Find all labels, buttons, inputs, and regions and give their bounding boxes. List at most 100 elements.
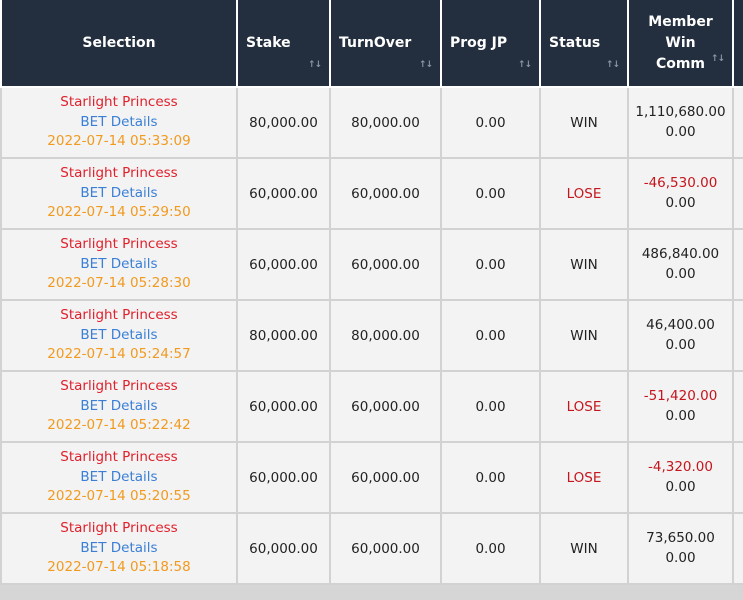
member-win-value: 46,400.00 [646, 317, 715, 333]
member-comm-value: 0.00 [665, 336, 696, 353]
member-win-comm-cell: 1,110,680.00 0.00 [627, 86, 734, 159]
header-stake[interactable]: Stake ↑↓ [236, 0, 331, 88]
bet-datetime: 2022-07-14 05:29:50 [47, 204, 191, 221]
member-win-value: -46,530.00 [643, 175, 718, 191]
stake-cell: 80,000.00 [236, 86, 331, 159]
bet-details-link[interactable]: BET Details [2, 255, 236, 275]
header-member-win-comm[interactable]: Member Win Comm ↑↓ [627, 0, 734, 88]
header-member-label: Member [648, 13, 713, 30]
member-win-value: -4,320.00 [648, 459, 713, 475]
sort-arrows-icon[interactable]: ↑↓ [518, 60, 532, 70]
member-win-value: 486,840.00 [641, 246, 720, 262]
game-name: Starlight Princess [60, 520, 178, 537]
selection-cell: Starlight Princess BET Details 2022-07-1… [0, 512, 238, 585]
header-prog-jp[interactable]: Prog JP ↑↓ [440, 0, 541, 88]
header-turnover-label: TurnOver [339, 35, 412, 51]
header-prog-jp-label: Prog JP [450, 35, 508, 51]
status-cell: LOSE [539, 441, 629, 514]
bet-history-table: Selection Stake ↑↓ TurnOver ↑↓ Prog JP ↑… [0, 0, 743, 585]
extra-cell [732, 441, 743, 514]
stake-cell: 80,000.00 [236, 299, 331, 372]
prog-jp-cell: 0.00 [440, 370, 541, 443]
table-body: Starlight Princess BET Details 2022-07-1… [0, 86, 743, 585]
member-win-comm-cell: 486,840.00 0.00 [627, 228, 734, 301]
member-win-comm-cell: -51,420.00 0.00 [627, 370, 734, 443]
status-cell: LOSE [539, 157, 629, 230]
status-cell: WIN [539, 512, 629, 585]
game-name: Starlight Princess [60, 307, 178, 324]
turnover-cell: 60,000.00 [329, 512, 442, 585]
status-cell: WIN [539, 299, 629, 372]
turnover-cell: 60,000.00 [329, 370, 442, 443]
turnover-cell: 60,000.00 [329, 228, 442, 301]
extra-cell [732, 512, 743, 585]
extra-cell [732, 299, 743, 372]
table-row: Starlight Princess BET Details 2022-07-1… [0, 299, 743, 372]
status-cell: WIN [539, 86, 629, 159]
bet-details-link[interactable]: BET Details [2, 113, 236, 133]
member-comm-value: 0.00 [665, 194, 696, 211]
game-name: Starlight Princess [60, 236, 178, 253]
bet-datetime: 2022-07-14 05:24:57 [47, 346, 191, 363]
bet-details-link[interactable]: BET Details [2, 184, 236, 204]
sort-arrows-icon[interactable]: ↑↓ [308, 60, 322, 70]
status-cell: WIN [539, 228, 629, 301]
turnover-cell: 80,000.00 [329, 299, 442, 372]
stake-cell: 60,000.00 [236, 370, 331, 443]
member-win-value: -51,420.00 [643, 388, 718, 404]
header-status-label: Status [549, 35, 601, 51]
bet-details-link[interactable]: BET Details [2, 326, 236, 346]
selection-cell: Starlight Princess BET Details 2022-07-1… [0, 157, 238, 230]
table-row: Starlight Princess BET Details 2022-07-1… [0, 86, 743, 159]
stake-cell: 60,000.00 [236, 441, 331, 514]
table-header-row: Selection Stake ↑↓ TurnOver ↑↓ Prog JP ↑… [0, 0, 743, 88]
stake-cell: 60,000.00 [236, 157, 331, 230]
turnover-cell: 60,000.00 [329, 441, 442, 514]
header-selection[interactable]: Selection [0, 0, 238, 88]
member-win-comm-cell: 46,400.00 0.00 [627, 299, 734, 372]
header-stake-label: Stake [246, 35, 291, 51]
turnover-cell: 60,000.00 [329, 157, 442, 230]
prog-jp-cell: 0.00 [440, 441, 541, 514]
table-row: Starlight Princess BET Details 2022-07-1… [0, 370, 743, 443]
table-row: Starlight Princess BET Details 2022-07-1… [0, 157, 743, 230]
sort-arrows-icon[interactable]: ↑↓ [606, 60, 620, 70]
bet-details-link[interactable]: BET Details [2, 468, 236, 488]
member-comm-value: 0.00 [665, 265, 696, 282]
turnover-cell: 80,000.00 [329, 86, 442, 159]
member-win-comm-cell: 73,650.00 0.00 [627, 512, 734, 585]
bet-details-link[interactable]: BET Details [2, 539, 236, 559]
member-win-comm-cell: -46,530.00 0.00 [627, 157, 734, 230]
sort-arrows-icon[interactable]: ↑↓ [419, 60, 433, 70]
bet-details-link[interactable]: BET Details [2, 397, 236, 417]
game-name: Starlight Princess [60, 94, 178, 111]
extra-cell [732, 228, 743, 301]
bet-datetime: 2022-07-14 05:28:30 [47, 275, 191, 292]
table-row: Starlight Princess BET Details 2022-07-1… [0, 441, 743, 514]
member-comm-value: 0.00 [665, 478, 696, 495]
member-win-value: 73,650.00 [646, 530, 715, 546]
extra-cell [732, 370, 743, 443]
member-win-value: 1,110,680.00 [635, 104, 726, 120]
status-cell: LOSE [539, 370, 629, 443]
table-row: Starlight Princess BET Details 2022-07-1… [0, 512, 743, 585]
member-comm-value: 0.00 [665, 407, 696, 424]
header-turnover[interactable]: TurnOver ↑↓ [329, 0, 442, 88]
header-status[interactable]: Status ↑↓ [539, 0, 629, 88]
bet-datetime: 2022-07-14 05:33:09 [47, 133, 191, 150]
sort-arrows-icon[interactable]: ↑↓ [711, 49, 725, 70]
game-name: Starlight Princess [60, 378, 178, 395]
prog-jp-cell: 0.00 [440, 299, 541, 372]
prog-jp-cell: 0.00 [440, 512, 541, 585]
bet-datetime: 2022-07-14 05:22:42 [47, 417, 191, 434]
extra-cell [732, 86, 743, 159]
bet-datetime: 2022-07-14 05:20:55 [47, 488, 191, 505]
game-name: Starlight Princess [60, 165, 178, 182]
stake-cell: 60,000.00 [236, 228, 331, 301]
bet-history-table-container: Selection Stake ↑↓ TurnOver ↑↓ Prog JP ↑… [0, 0, 743, 600]
selection-cell: Starlight Princess BET Details 2022-07-1… [0, 370, 238, 443]
selection-cell: Starlight Princess BET Details 2022-07-1… [0, 299, 238, 372]
table-row: Starlight Princess BET Details 2022-07-1… [0, 228, 743, 301]
member-comm-value: 0.00 [665, 549, 696, 566]
member-comm-value: 0.00 [665, 123, 696, 140]
